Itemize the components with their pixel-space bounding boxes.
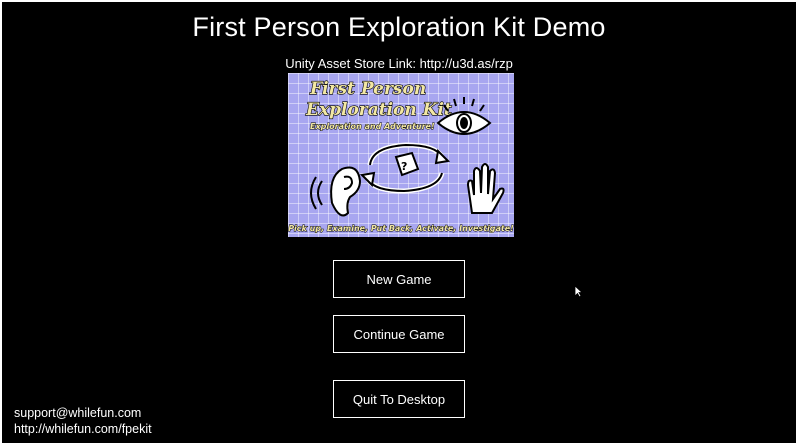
support-footer: support@whilefun.com http://whilefun.com… <box>14 405 152 437</box>
support-email: support@whilefun.com <box>14 406 142 420</box>
promo-banner: First Person Exploration Kit Exploration… <box>288 73 514 237</box>
new-game-button[interactable]: New Game <box>333 260 465 298</box>
banner-title-line2: Exploration Kit <box>305 100 452 120</box>
mouse-cursor-icon <box>574 285 583 298</box>
promo-banner-art: First Person Exploration Kit Exploration… <box>288 78 514 233</box>
asset-store-link[interactable]: Unity Asset Store Link: http://u3d.as/rz… <box>2 56 796 71</box>
hand-icon <box>466 163 505 214</box>
support-url: http://whilefun.com/fpekit <box>14 422 152 436</box>
ear-icon <box>310 166 362 217</box>
banner-title-line1: First Person <box>309 79 426 99</box>
page-title: First Person Exploration Kit Demo <box>192 12 606 42</box>
banner-tagline: Pick up, Examine, Put Back, Activate, In… <box>288 224 514 233</box>
svg-text:?: ? <box>401 160 407 173</box>
quit-to-desktop-button[interactable]: Quit To Desktop <box>333 380 465 418</box>
rotate-item-icon: ? <box>359 142 451 194</box>
continue-game-button[interactable]: Continue Game <box>333 315 465 353</box>
game-screen: First Person Exploration Kit Demo Unity … <box>2 2 796 443</box>
banner-subtitle: Exploration and Adventure! <box>310 122 435 131</box>
